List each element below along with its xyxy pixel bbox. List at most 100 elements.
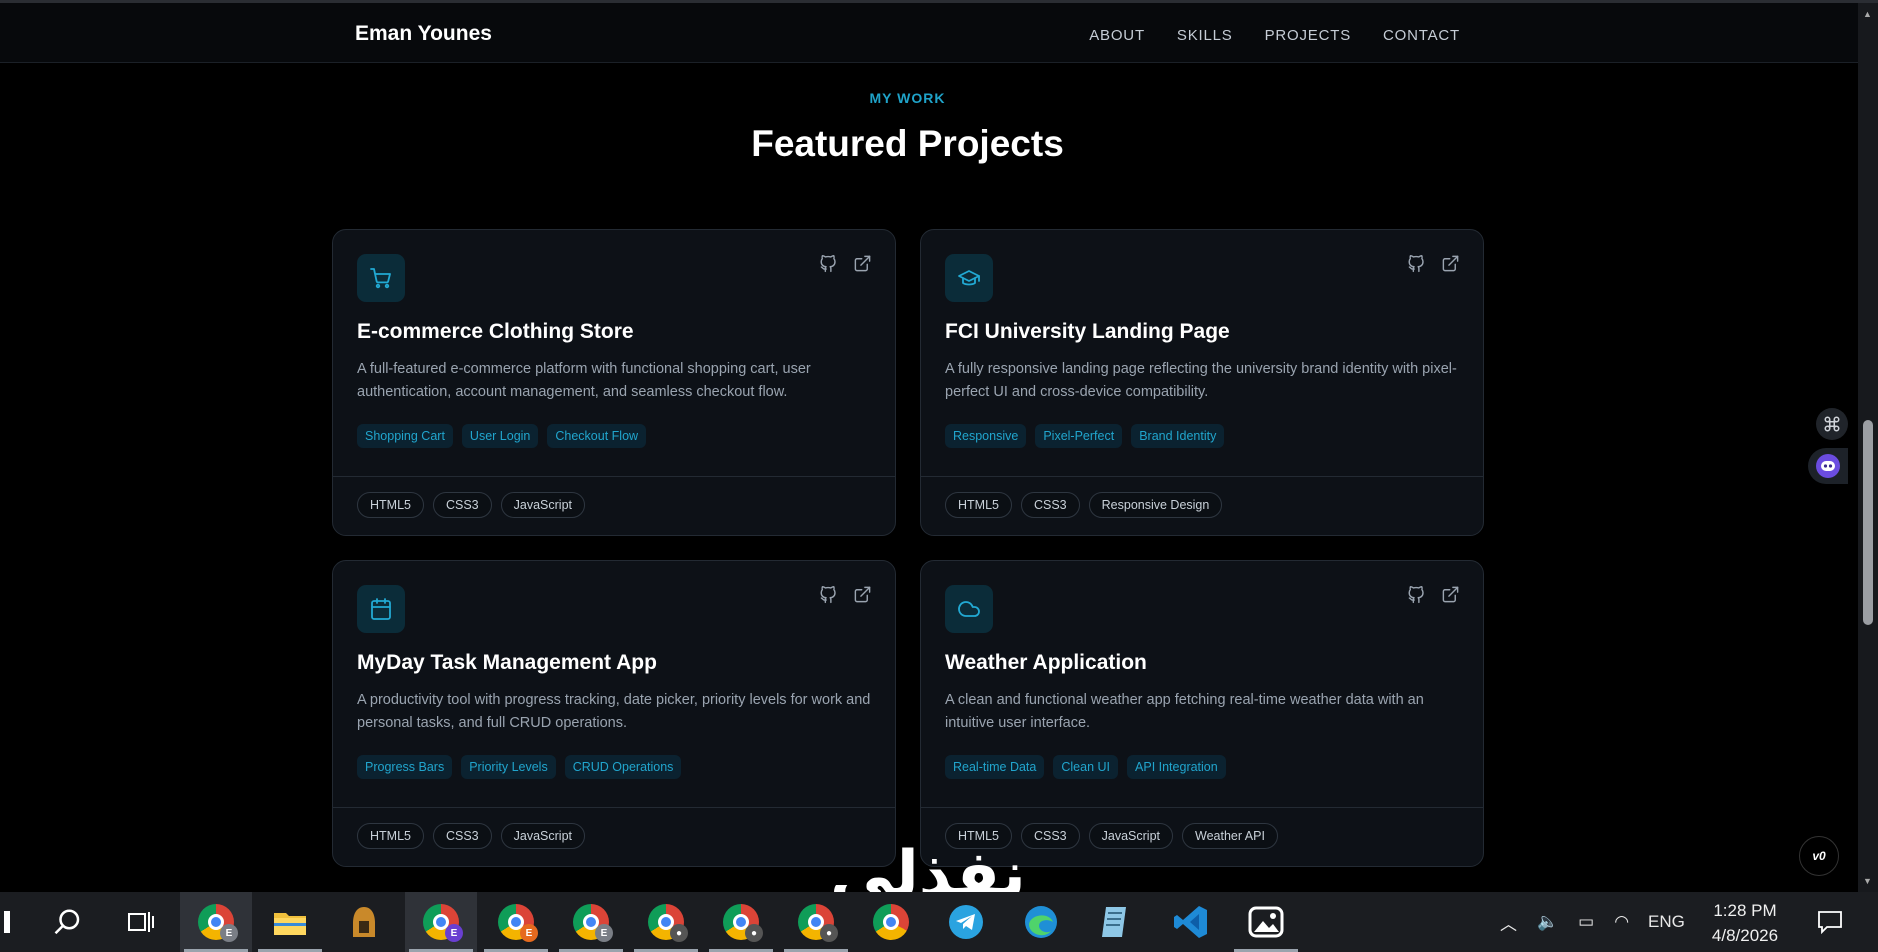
- feature-tags: Progress Bars Priority Levels CRUD Opera…: [357, 755, 682, 779]
- wifi-icon[interactable]: ◠: [1614, 912, 1629, 932]
- github-icon[interactable]: [1407, 254, 1427, 274]
- scroll-down-arrow-icon[interactable]: ▼: [1863, 876, 1872, 886]
- tech-chip: JavaScript: [500, 492, 585, 518]
- external-link-icon[interactable]: [853, 585, 873, 605]
- external-link-icon[interactable]: [1441, 254, 1461, 274]
- edge-icon: [1025, 906, 1057, 938]
- clock-time: 1:28 PM: [1713, 901, 1777, 920]
- taskbar-chrome-profile-e-purple[interactable]: E: [405, 892, 477, 952]
- taskbar-clock[interactable]: 1:28 PM 4/8/2026: [1690, 898, 1800, 948]
- profile-badge: E: [595, 924, 613, 942]
- project-title: Weather Application: [945, 651, 1147, 674]
- chevron-up-icon[interactable]: ︿: [1500, 910, 1517, 935]
- github-icon[interactable]: [1407, 585, 1427, 605]
- taskbar-edge[interactable]: [1005, 892, 1077, 952]
- feature-tags: Shopping Cart User Login Checkout Flow: [357, 424, 647, 448]
- telegram-icon: [949, 905, 983, 939]
- scrollbar-thumb[interactable]: [1863, 420, 1873, 625]
- tech-chip: CSS3: [432, 492, 492, 518]
- clock-date: 4/8/2026: [1711, 926, 1779, 945]
- external-link-icon[interactable]: [853, 254, 873, 274]
- notepad-icon: [1102, 907, 1126, 937]
- tech-chip: CSS3: [432, 823, 492, 849]
- taskbar-vscode[interactable]: [1155, 892, 1227, 952]
- taskbar-chrome-profile-e-gray[interactable]: E: [555, 892, 627, 952]
- page-scrollbar[interactable]: ▲ ▼: [1858, 3, 1878, 892]
- nav-skills[interactable]: SKILLS: [1177, 27, 1233, 44]
- calendar-icon: [357, 585, 405, 633]
- taskbar-notepad[interactable]: [1080, 892, 1152, 952]
- card-actions: [1407, 254, 1461, 274]
- project-card: Weather Application A clean and function…: [920, 560, 1484, 867]
- card-footer: HTML5 CSS3 Responsive Design: [921, 476, 1483, 535]
- system-tray: ︿ 🔈 ▭ ◠: [1500, 892, 1660, 952]
- taskbar-chrome-person-3[interactable]: ●: [780, 892, 852, 952]
- tech-chip: JavaScript: [500, 823, 585, 849]
- taskbar-vpn-app[interactable]: [328, 892, 400, 952]
- search-icon[interactable]: [40, 892, 96, 952]
- taskbar-chrome-profile-e[interactable]: E: [180, 892, 252, 952]
- project-description: A fully responsive landing page reflecti…: [945, 361, 1457, 400]
- photos-icon: [1248, 906, 1284, 938]
- taskbar-chrome-red[interactable]: [855, 892, 927, 952]
- feature-tag: Responsive: [945, 424, 1027, 448]
- tech-chip: Weather API: [1182, 823, 1278, 849]
- site-header: Eman Younes ABOUT SKILLS PROJECTS CONTAC…: [0, 3, 1858, 63]
- github-icon[interactable]: [819, 254, 839, 274]
- taskbar-file-explorer[interactable]: [254, 892, 326, 952]
- scroll-up-arrow-icon[interactable]: ▲: [1863, 9, 1872, 19]
- nav-contact[interactable]: CONTACT: [1383, 27, 1460, 44]
- project-description: A full-featured e-commerce platform with…: [357, 361, 811, 400]
- projects-section: MY WORK Featured Projects E-commerce Clo…: [0, 63, 1858, 892]
- shopping-cart-icon: [357, 254, 405, 302]
- feature-tag: CRUD Operations: [564, 755, 682, 779]
- hooded-figure-icon: [353, 907, 375, 937]
- github-icon[interactable]: [819, 585, 839, 605]
- taskbar-chrome-person-2[interactable]: ●: [705, 892, 777, 952]
- profile-badge: E: [220, 924, 238, 942]
- card-actions: [1407, 585, 1461, 605]
- battery-icon[interactable]: ▭: [1578, 912, 1594, 932]
- assistant-bot-button[interactable]: [1808, 448, 1848, 484]
- taskbar-telegram[interactable]: [930, 892, 1002, 952]
- nav-about[interactable]: ABOUT: [1089, 27, 1145, 44]
- feature-tag: Priority Levels: [461, 755, 556, 779]
- tech-chip: HTML5: [357, 823, 424, 849]
- card-footer: HTML5 CSS3 JavaScript: [333, 807, 895, 866]
- brand-name[interactable]: Eman Younes: [355, 22, 492, 46]
- main-nav: ABOUT SKILLS PROJECTS CONTACT: [1089, 27, 1460, 44]
- project-card: FCI University Landing Page A fully resp…: [920, 229, 1484, 536]
- start-edge[interactable]: [0, 892, 14, 952]
- external-link-icon[interactable]: [1441, 585, 1461, 605]
- tech-stack: HTML5 CSS3 JavaScript: [357, 492, 585, 518]
- tech-stack: HTML5 CSS3 JavaScript Weather API: [945, 823, 1278, 849]
- feature-tag: Pixel-Perfect: [1035, 424, 1123, 448]
- tech-chip: Responsive Design: [1088, 492, 1223, 518]
- tech-stack: HTML5 CSS3 JavaScript: [357, 823, 585, 849]
- nav-projects[interactable]: PROJECTS: [1265, 27, 1351, 44]
- taskbar-chrome-person-1[interactable]: ●: [630, 892, 702, 952]
- project-card: MyDay Task Management App A productivity…: [332, 560, 896, 867]
- chrome-icon: [873, 904, 909, 940]
- vscode-icon: [1174, 906, 1207, 938]
- extension-grid-button[interactable]: [1816, 408, 1848, 440]
- graduation-cap-icon: [945, 254, 993, 302]
- person-avatar-icon: ●: [820, 924, 838, 942]
- notifications-icon[interactable]: [1810, 892, 1850, 952]
- profile-badge: E: [520, 924, 538, 942]
- bot-face-icon: [1816, 454, 1840, 478]
- tech-chip: HTML5: [945, 492, 1012, 518]
- feature-tag: Progress Bars: [357, 755, 453, 779]
- volume-icon[interactable]: 🔈: [1537, 912, 1558, 932]
- task-view-icon[interactable]: [112, 892, 168, 952]
- language-indicator[interactable]: ENG: [1648, 892, 1685, 952]
- taskbar-chrome-profile-e-orange[interactable]: E: [480, 892, 552, 952]
- cloud-icon: [945, 585, 993, 633]
- feature-tag: Shopping Cart: [357, 424, 453, 448]
- person-avatar-icon: ●: [670, 924, 688, 942]
- feature-tag: API Integration: [1127, 755, 1226, 779]
- v0-badge-button[interactable]: v0: [1799, 836, 1839, 876]
- card-footer: HTML5 CSS3 JavaScript Weather API: [921, 807, 1483, 866]
- taskbar-photos[interactable]: [1230, 892, 1302, 952]
- section-title: Featured Projects: [751, 123, 1064, 164]
